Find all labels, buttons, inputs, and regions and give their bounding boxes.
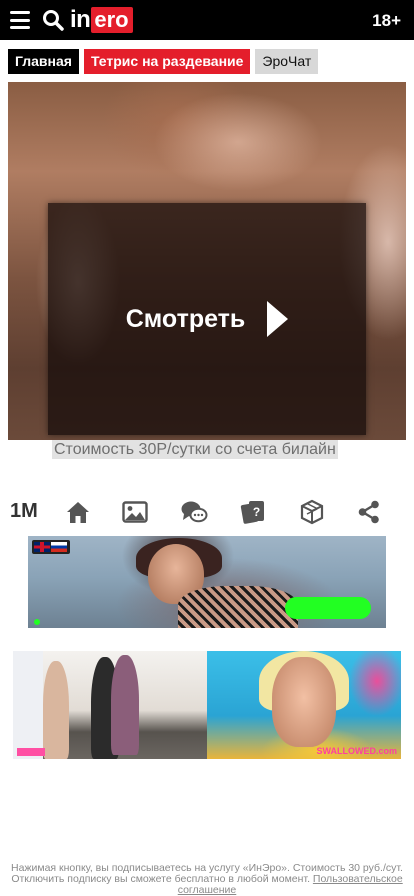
thumb-watermark (17, 748, 45, 756)
banner-figure-body (178, 586, 298, 628)
ru-flag-icon (51, 542, 67, 552)
age-badge: 18+ (372, 11, 401, 30)
logo-ero-text: ero (91, 7, 133, 33)
banner-indicator-dot (34, 619, 40, 625)
language-flags (32, 540, 70, 554)
watch-button[interactable]: Смотреть (48, 203, 366, 435)
logo-in-text: in (70, 6, 91, 33)
price-notice: Стоимость 30Р/сутки со счета билайн (52, 440, 338, 459)
footer-disclaimer: Нажимая кнопку, вы подписываетесь на усл… (10, 863, 404, 896)
site-logo[interactable]: in ero (70, 7, 133, 33)
svg-text:?: ? (253, 505, 260, 519)
thumb-watermark: SWALLOWED.com (316, 746, 398, 756)
top-bar: in ero 18+ (0, 0, 414, 40)
thumb-figure (111, 655, 139, 755)
search-icon[interactable] (42, 9, 64, 31)
video-thumbnail[interactable] (13, 651, 207, 759)
video-player[interactable]: Смотреть (8, 82, 406, 440)
action-bar: 1M ? (0, 494, 414, 528)
uk-flag-icon (34, 542, 50, 552)
video-thumbnail[interactable]: SWALLOWED.com (207, 651, 401, 759)
chat-icon[interactable] (180, 498, 208, 526)
cards-icon[interactable]: ? (239, 498, 267, 526)
thumb-figure (43, 661, 69, 759)
home-icon[interactable] (64, 498, 92, 526)
tab-home[interactable]: Главная (8, 49, 79, 74)
banner-cta-button[interactable] (285, 597, 371, 619)
cube-icon[interactable] (298, 498, 326, 526)
image-icon[interactable] (121, 498, 149, 526)
views-count: 1M (10, 500, 38, 522)
banner-ad[interactable] (28, 536, 386, 628)
hamburger-menu-icon[interactable] (10, 11, 30, 29)
watch-label: Смотреть (125, 304, 246, 333)
tab-erochat[interactable]: ЭроЧат (255, 49, 319, 74)
share-icon[interactable] (355, 498, 383, 526)
play-icon (267, 301, 289, 337)
tab-strip-tetris[interactable]: Тетрис на раздевание (83, 49, 251, 74)
thumb-figure-face (272, 657, 336, 747)
category-tabs: Главная Тетрис на раздевание ЭроЧат (8, 49, 319, 74)
